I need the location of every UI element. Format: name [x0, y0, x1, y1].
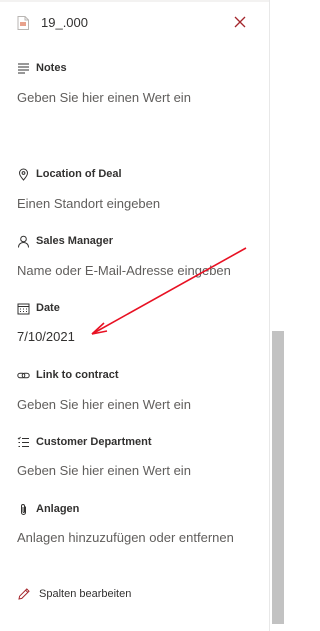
item-details-panel: 19_.000 Notes Geben Sie hier einen Wert … — [0, 0, 286, 631]
file-name: 19_.000 — [41, 15, 88, 30]
date-label: Date — [17, 300, 60, 316]
department-label: Customer Department — [17, 434, 152, 450]
department-input[interactable]: Geben Sie hier einen Wert ein — [17, 461, 252, 480]
sales-manager-label: Sales Manager — [17, 233, 113, 249]
attachments-input[interactable]: Anlagen hinzuzufügen oder entfernen — [17, 528, 252, 547]
notes-label: Notes — [17, 60, 67, 76]
department-label-text: Customer Department — [36, 436, 152, 448]
link-icon — [17, 369, 30, 382]
close-icon[interactable] — [232, 14, 248, 30]
attachments-label: Anlagen — [17, 501, 79, 517]
panel-content: 19_.000 Notes Geben Sie hier einen Wert … — [0, 0, 268, 631]
sales-manager-label-text: Sales Manager — [36, 235, 114, 247]
location-label-text: Location of Deal — [36, 168, 122, 180]
location-label: Location of Deal — [17, 166, 122, 182]
sales-manager-input[interactable]: Name oder E-Mail-Adresse eingeben — [17, 261, 252, 280]
link-label: Link to contract — [17, 367, 119, 383]
notes-icon — [17, 62, 30, 75]
date-label-text: Date — [36, 302, 60, 314]
notes-label-text: Notes — [36, 62, 67, 74]
location-input[interactable]: Einen Standort eingeben — [17, 194, 252, 213]
edit-columns-button[interactable]: Spalten bearbeiten — [17, 587, 131, 601]
date-input[interactable]: 7/10/2021 — [17, 327, 252, 346]
scrollbar-thumb[interactable] — [272, 331, 284, 624]
attachments-label-text: Anlagen — [36, 503, 80, 515]
pencil-icon — [17, 587, 31, 601]
link-input[interactable]: Geben Sie hier einen Wert ein — [17, 395, 252, 414]
person-icon — [17, 235, 30, 248]
calendar-icon — [17, 302, 30, 315]
notes-input[interactable]: Geben Sie hier einen Wert ein — [17, 88, 252, 107]
link-label-text: Link to contract — [36, 369, 119, 381]
choice-list-icon — [17, 436, 30, 449]
document-icon — [17, 16, 29, 30]
paperclip-icon — [17, 503, 30, 516]
location-pin-icon — [17, 168, 30, 181]
edit-columns-label: Spalten bearbeiten — [39, 588, 132, 600]
panel-header: 19_.000 — [0, 0, 268, 46]
